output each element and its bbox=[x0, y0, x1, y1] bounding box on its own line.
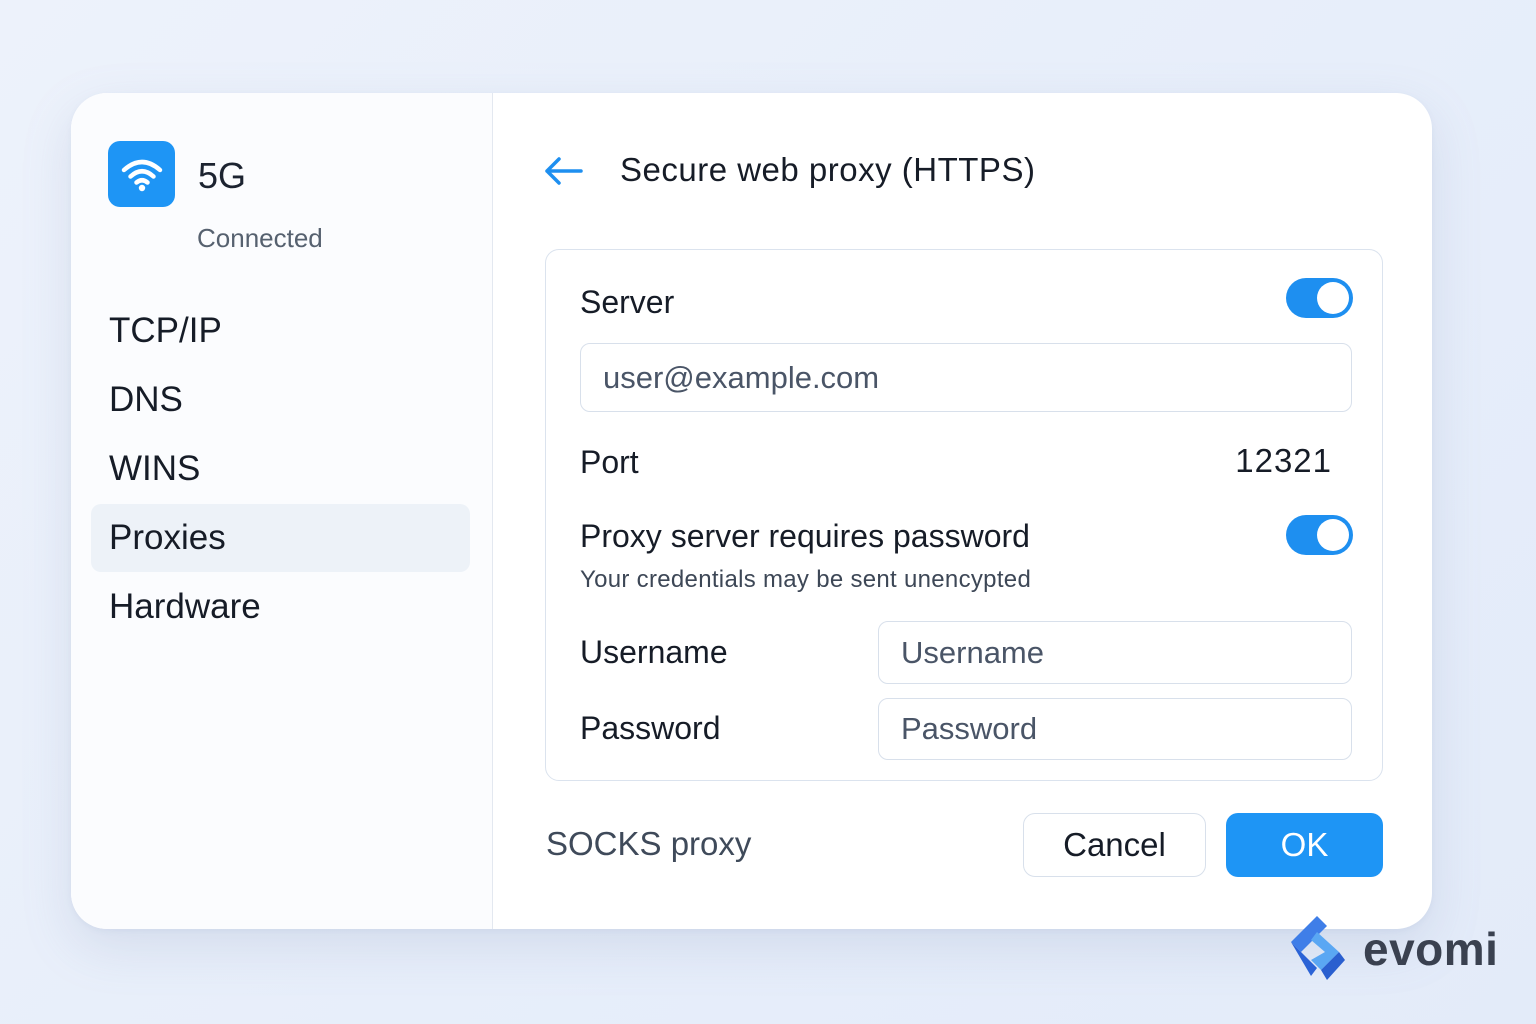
username-label: Username bbox=[580, 634, 728, 670]
server-toggle[interactable] bbox=[1286, 278, 1353, 318]
port-label: Port bbox=[580, 444, 639, 480]
ok-button[interactable]: OK bbox=[1226, 813, 1383, 877]
proxy-settings-card: Server Port 12321 Proxy server requires … bbox=[545, 249, 1383, 781]
arrow-left-icon[interactable] bbox=[541, 151, 585, 191]
network-settings-window: 5G Connected TCP/IP DNS WINS Proxies Har… bbox=[71, 93, 1432, 929]
port-value[interactable]: 12321 bbox=[1235, 442, 1332, 480]
page-title: Secure web proxy (HTTPS) bbox=[620, 151, 1036, 188]
sidebar-item-wins[interactable]: WINS bbox=[91, 435, 470, 503]
password-input[interactable] bbox=[878, 698, 1352, 760]
evomi-logo-icon bbox=[1291, 916, 1345, 980]
password-required-label: Proxy server requires password bbox=[580, 518, 1030, 554]
sidebar-item-dns[interactable]: DNS bbox=[91, 366, 470, 434]
network-name: 5G bbox=[198, 155, 247, 196]
toggle-knob bbox=[1317, 282, 1349, 314]
network-status: Connected bbox=[197, 223, 323, 253]
socks-proxy-link[interactable]: SOCKS proxy bbox=[546, 825, 751, 863]
username-input[interactable] bbox=[878, 621, 1352, 684]
server-input[interactable] bbox=[580, 343, 1352, 412]
brand-name: evomi bbox=[1363, 923, 1499, 975]
server-label: Server bbox=[580, 284, 675, 320]
sidebar-item-hardware[interactable]: Hardware bbox=[91, 573, 470, 641]
toggle-knob bbox=[1317, 519, 1349, 551]
main-panel: Secure web proxy (HTTPS) Server Port 123… bbox=[493, 93, 1432, 929]
sidebar-item-proxies[interactable]: Proxies bbox=[91, 504, 470, 572]
password-hint: Your credentials may be sent unencypted bbox=[580, 566, 1032, 593]
password-required-toggle[interactable] bbox=[1286, 515, 1353, 555]
password-label: Password bbox=[580, 710, 721, 746]
cancel-button[interactable]: Cancel bbox=[1023, 813, 1206, 877]
wifi-icon bbox=[108, 141, 175, 207]
sidebar-nav: TCP/IP DNS WINS Proxies Hardware bbox=[91, 297, 470, 642]
brand-watermark: evomi bbox=[1281, 914, 1511, 986]
sidebar: 5G Connected TCP/IP DNS WINS Proxies Har… bbox=[71, 93, 493, 929]
sidebar-item-tcpip[interactable]: TCP/IP bbox=[91, 297, 470, 365]
